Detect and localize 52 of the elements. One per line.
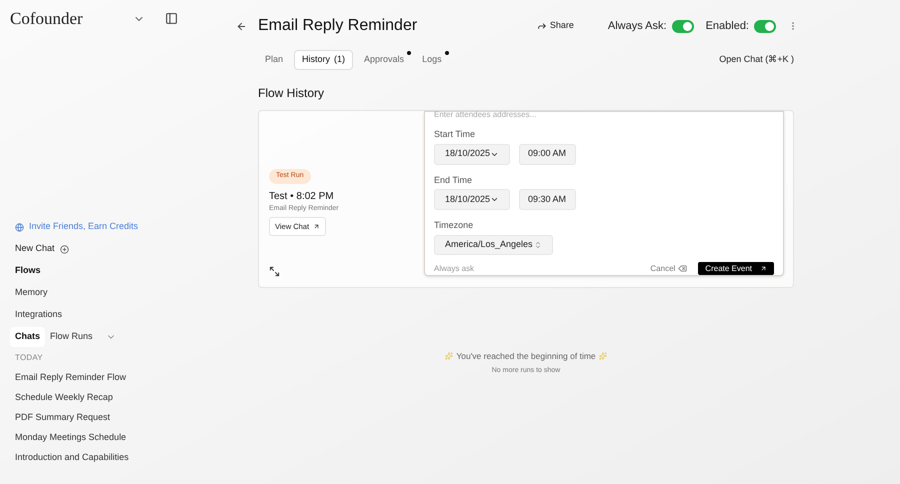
sparkle-icon <box>445 352 454 360</box>
time-field[interactable]: 09:00 AM <box>519 144 576 164</box>
nav-item[interactable]: Flows <box>10 260 220 282</box>
chat-item[interactable]: Schedule Weekly Recap <box>10 388 220 408</box>
switcher-tab[interactable]: Chats <box>10 327 46 347</box>
open-chat-button[interactable]: Open Chat (⌘+K ) <box>719 53 794 67</box>
chat-item[interactable]: Monday Meetings Schedule <box>10 428 220 448</box>
tab[interactable]: Approvals <box>357 50 412 70</box>
always-ask-label: Always ask <box>434 262 474 274</box>
field-label: End Time <box>434 174 474 186</box>
run-title: Test • 8:02 PM <box>269 190 335 204</box>
back-arrow-icon[interactable] <box>236 20 247 32</box>
plus-icon <box>60 244 69 254</box>
external-link-icon <box>313 223 320 230</box>
page-title: Email Reply Reminder <box>258 16 418 36</box>
nav-item[interactable]: Memory <box>10 282 220 304</box>
tab[interactable]: Plan <box>258 50 290 70</box>
expand-icon[interactable] <box>269 266 280 277</box>
chevron-updown-icon <box>534 240 542 249</box>
chat-item[interactable]: PDF Summary Request <box>10 408 220 428</box>
globe-icon <box>15 222 24 232</box>
tab[interactable]: Logs <box>415 50 449 70</box>
sidebar-toggle-icon[interactable] <box>165 12 178 26</box>
sparkle-icon <box>598 352 607 360</box>
toggle-switch[interactable] <box>754 20 776 32</box>
brand-logo: Cofounder <box>10 8 84 30</box>
time-field[interactable]: 09:30 AM <box>519 189 576 210</box>
share-button[interactable]: Share <box>536 19 574 33</box>
delete-key-icon <box>678 264 688 273</box>
date-picker[interactable]: 18/10/2025 <box>434 144 510 164</box>
end-message: You've reached the beginning of time <box>456 350 596 363</box>
create-event-button[interactable]: Create Event <box>698 262 774 275</box>
timezone-select[interactable]: America/Los_Angeles <box>434 234 553 255</box>
share-icon <box>536 21 547 31</box>
invite-link[interactable]: Invite Friends, Earn Credits <box>10 216 220 238</box>
section-title: Flow History <box>258 85 326 102</box>
toggle-switch[interactable] <box>672 20 694 32</box>
nav-item[interactable]: Integrations <box>10 304 220 326</box>
new-chat-button[interactable]: New Chat <box>10 238 220 260</box>
cancel-button[interactable]: Cancel <box>650 262 688 274</box>
tab[interactable]: History (1) <box>294 50 354 70</box>
chat-item[interactable]: Introduction and Capabilities <box>10 448 220 468</box>
switcher-tab[interactable]: Flow Runs <box>45 327 98 347</box>
external-link-icon <box>760 265 767 272</box>
toggle-label: Always Ask: <box>608 18 667 34</box>
field-label: Start Time <box>434 128 476 141</box>
chevron-down-icon <box>490 195 499 204</box>
section-label: TODAY <box>14 352 44 364</box>
toggle-label: Enabled: <box>706 18 749 34</box>
chat-item[interactable]: Email Reply Reminder Flow <box>10 368 220 388</box>
field-label: Timezone <box>434 219 474 232</box>
date-picker[interactable]: 18/10/2025 <box>434 189 510 210</box>
